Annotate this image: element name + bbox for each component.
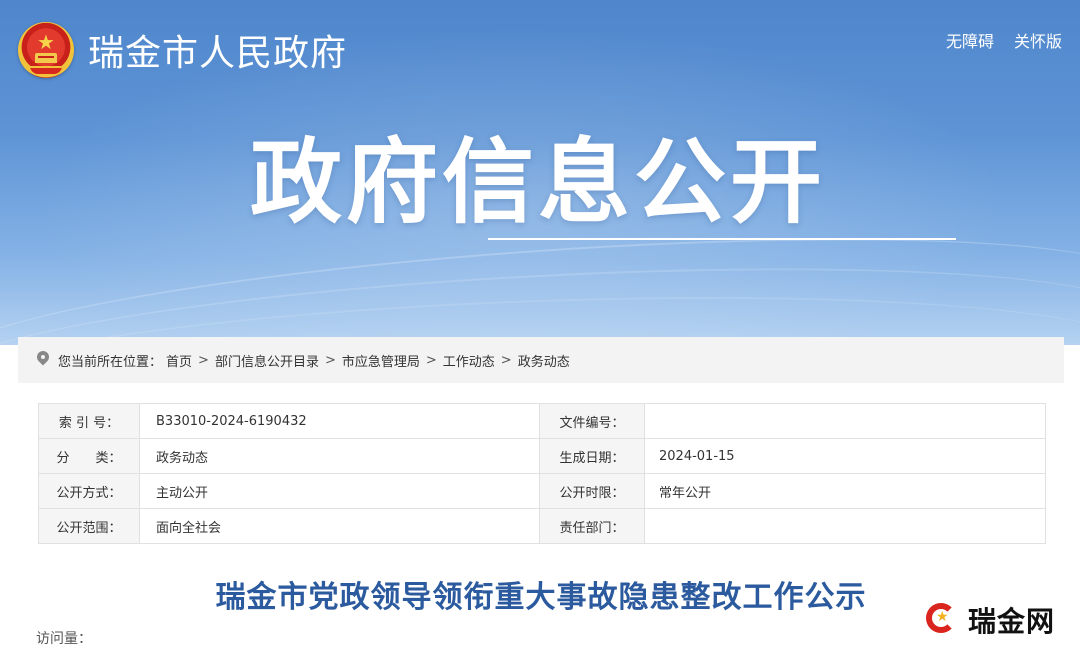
header-banner: ★ 瑞金市人民政府 无障碍 关怀版 政府信息公开 xyxy=(0,0,1080,345)
meta-value-responsible-dept xyxy=(644,508,1046,544)
breadcrumb-item-catalog[interactable]: 部门信息公开目录 xyxy=(215,351,319,370)
elderly-mode-link[interactable]: 关怀版 xyxy=(1014,32,1062,52)
watermark-logo: ★ 瑞金网 xyxy=(924,600,1055,640)
breadcrumb-separator: > xyxy=(324,352,336,368)
breadcrumb-separator: > xyxy=(198,352,209,368)
breadcrumb-separator: > xyxy=(425,352,437,368)
table-row: 分 类： 政务动态 生成日期： 2024-01-15 xyxy=(38,438,1046,474)
meta-label-disclosure-period: 公开时限： xyxy=(539,473,645,509)
meta-value-disclosure-scope: 面向全社会 xyxy=(139,508,540,544)
breadcrumb-separator: > xyxy=(500,352,512,368)
meta-value-created-date: 2024-01-15 xyxy=(644,438,1046,474)
site-title[interactable]: 瑞金市人民政府 xyxy=(88,30,347,78)
article-title: 瑞金市党政领导领衔重大事故隐患整改工作公示 xyxy=(215,580,867,615)
meta-value-disclosure-method: 主动公开 xyxy=(139,473,540,509)
hero-title: 政府信息公开 xyxy=(250,129,827,236)
breadcrumb-item-home[interactable]: 首页 xyxy=(166,351,192,370)
meta-label-index-no: 索 引 号： xyxy=(38,403,140,439)
meta-label-responsible-dept: 责任部门： xyxy=(539,508,645,544)
breadcrumb: 您当前所在位置： 首页 > 部门信息公开目录 > 市应急管理局 > 工作动态 >… xyxy=(18,337,1064,383)
meta-label-disclosure-method: 公开方式： xyxy=(38,473,140,509)
breadcrumb-label: 您当前所在位置： xyxy=(58,354,163,370)
table-row: 索 引 号： B33010-2024-6190432 文件编号： xyxy=(38,403,1046,439)
breadcrumb-item-gov-news[interactable]: 政务动态 xyxy=(518,351,570,370)
meta-label-created-date: 生成日期： xyxy=(539,438,645,474)
ruijin-logo-icon: ★ xyxy=(924,601,962,639)
meta-value-category: 政务动态 xyxy=(139,438,540,474)
visit-count-label: 访问量： xyxy=(36,631,92,647)
meta-value-doc-no xyxy=(644,403,1046,439)
content-panel: 您当前所在位置： 首页 > 部门信息公开目录 > 市应急管理局 > 工作动态 >… xyxy=(18,337,1064,660)
breadcrumb-item-work-news[interactable]: 工作动态 xyxy=(443,351,495,370)
location-pin-icon xyxy=(36,351,50,369)
table-row: 公开方式： 主动公开 公开时限： 常年公开 xyxy=(38,473,1046,509)
accessibility-link[interactable]: 无障碍 xyxy=(946,32,994,52)
national-emblem-icon[interactable]: ★ xyxy=(18,22,74,78)
meta-label-disclosure-scope: 公开范围： xyxy=(38,508,140,544)
meta-label-doc-no: 文件编号： xyxy=(539,403,645,439)
meta-label-category: 分 类： xyxy=(38,438,140,474)
top-links: 无障碍 关怀版 xyxy=(946,32,1062,52)
meta-value-disclosure-period: 常年公开 xyxy=(644,473,1046,509)
document-meta-table: 索 引 号： B33010-2024-6190432 文件编号： 分 类： 政务… xyxy=(38,403,1046,544)
meta-value-index-no: B33010-2024-6190432 xyxy=(139,403,540,439)
breadcrumb-item-emergency-bureau[interactable]: 市应急管理局 xyxy=(342,351,420,370)
hero-underline xyxy=(488,238,956,240)
watermark-text: 瑞金网 xyxy=(968,605,1056,638)
page: ★ 瑞金市人民政府 无障碍 关怀版 政府信息公开 您当前所在位置： 首页 > 部… xyxy=(0,0,1080,660)
table-row: 公开范围： 面向全社会 责任部门： xyxy=(38,508,1046,544)
